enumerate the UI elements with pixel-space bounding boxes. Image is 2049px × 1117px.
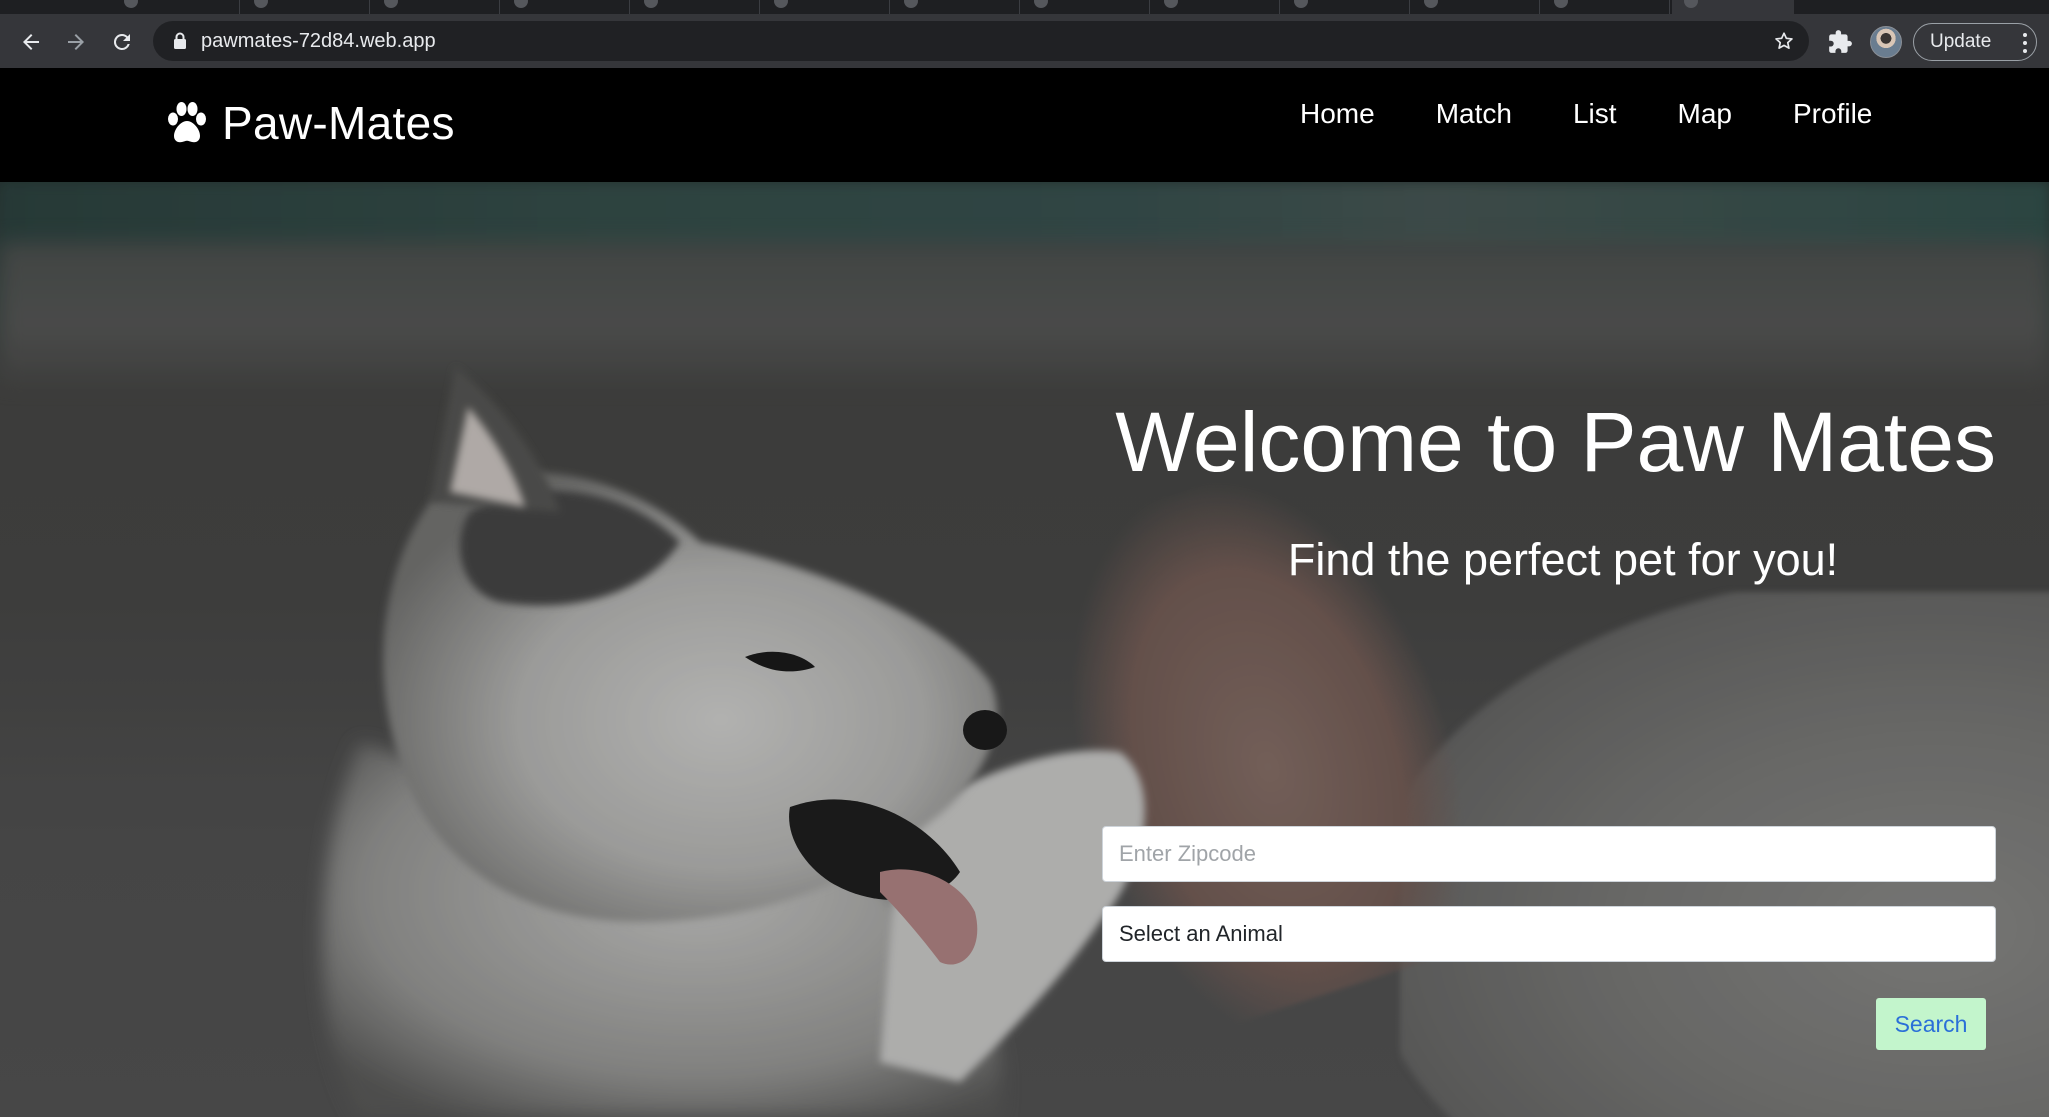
address-bar[interactable]: pawmates-72d84.web.app bbox=[153, 21, 1809, 61]
star-icon[interactable] bbox=[1773, 30, 1795, 52]
browser-tab[interactable] bbox=[762, 0, 890, 14]
tab-favicon-icon bbox=[1554, 0, 1568, 8]
nav-link-profile[interactable]: Profile bbox=[1793, 98, 1872, 138]
browser-tab[interactable] bbox=[1282, 0, 1410, 14]
update-label: Update bbox=[1930, 31, 1992, 52]
hero-overlay bbox=[0, 182, 2049, 1117]
nav-link-match[interactable]: Match bbox=[1436, 98, 1512, 138]
browser-tab[interactable] bbox=[892, 0, 1020, 14]
browser-toolbar: pawmates-72d84.web.app Update bbox=[0, 14, 2049, 68]
hero-subtitle: Find the perfect pet for you! bbox=[1287, 534, 1839, 585]
tab-favicon-icon bbox=[254, 0, 268, 8]
tab-favicon-icon bbox=[124, 0, 138, 8]
url-text: pawmates-72d84.web.app bbox=[201, 30, 436, 52]
paw-icon bbox=[168, 102, 206, 143]
browser-tab-active[interactable] bbox=[1672, 0, 1794, 14]
browser-tab[interactable] bbox=[242, 0, 370, 14]
kebab-menu-icon bbox=[2022, 33, 2028, 53]
tab-favicon-icon bbox=[1034, 0, 1048, 8]
browser-tab[interactable] bbox=[112, 0, 240, 14]
hero-content: Welcome to Paw Mates Find the perfect pe… bbox=[1090, 395, 1996, 1050]
nav-link-home[interactable]: Home bbox=[1300, 98, 1375, 138]
tab-favicon-icon bbox=[514, 0, 528, 8]
tab-favicon-icon bbox=[1164, 0, 1178, 8]
puzzle-icon[interactable] bbox=[1827, 29, 1853, 55]
search-button[interactable]: Search bbox=[1876, 998, 1986, 1050]
nav-links: Home Match List Map Profile bbox=[1300, 98, 1872, 138]
reload-icon bbox=[113, 33, 130, 50]
animal-select-value: Select an Animal bbox=[1119, 921, 1283, 946]
browser-tab[interactable] bbox=[1412, 0, 1540, 14]
zipcode-input[interactable] bbox=[1102, 826, 1996, 882]
tab-favicon-icon bbox=[774, 0, 788, 8]
forward-button[interactable] bbox=[62, 28, 90, 56]
browser-tab[interactable] bbox=[1152, 0, 1280, 14]
tab-favicon-icon bbox=[904, 0, 918, 8]
hero-title: Welcome to Paw Mates bbox=[1115, 395, 1996, 489]
browser-tab[interactable] bbox=[372, 0, 500, 14]
lock-icon bbox=[174, 32, 186, 49]
arrow-left-icon bbox=[23, 34, 39, 50]
tab-favicon-icon bbox=[1294, 0, 1308, 8]
tab-favicon-icon bbox=[644, 0, 658, 8]
brand-name: Paw-Mates bbox=[222, 97, 455, 149]
nav-link-list[interactable]: List bbox=[1573, 98, 1617, 138]
reload-button[interactable] bbox=[108, 28, 136, 56]
browser-tab[interactable] bbox=[1022, 0, 1150, 14]
browser-tab[interactable] bbox=[632, 0, 760, 14]
update-button[interactable]: Update bbox=[1913, 23, 2037, 61]
nav-link-map[interactable]: Map bbox=[1678, 98, 1732, 138]
hero-section: Welcome to Paw Mates Find the perfect pe… bbox=[0, 182, 2049, 1117]
browser-tab-strip bbox=[0, 0, 2049, 14]
browser-tab[interactable] bbox=[1542, 0, 1670, 14]
tab-favicon-icon bbox=[1424, 0, 1438, 8]
tab-favicon-icon bbox=[384, 0, 398, 8]
animal-select[interactable]: Select an Animal bbox=[1102, 906, 1996, 962]
back-button[interactable] bbox=[17, 28, 45, 56]
site-navbar: Paw-Mates Home Match List Map Profile bbox=[0, 68, 2049, 182]
brand-link[interactable]: Paw-Mates bbox=[164, 97, 455, 149]
profile-avatar[interactable] bbox=[1870, 26, 1902, 58]
tab-favicon-icon bbox=[1684, 0, 1698, 8]
arrow-right-icon bbox=[68, 34, 84, 50]
browser-tab[interactable] bbox=[502, 0, 630, 14]
